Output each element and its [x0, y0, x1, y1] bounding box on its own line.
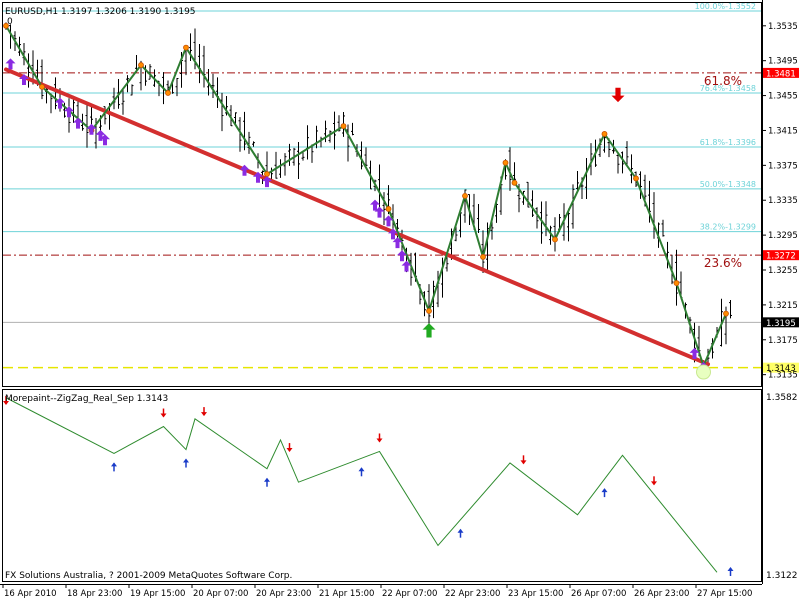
zigzag-pivot-marker [138, 62, 144, 68]
zigzag-pivot-marker [601, 131, 608, 137]
time-tick-label: 26 Apr 23:00 [634, 589, 689, 599]
zigzag-pivot-marker [462, 192, 468, 199]
sell-arrow-icon [611, 87, 625, 103]
time-tick-label: 20 Apr 23:00 [256, 589, 311, 599]
indicator-up-arrow-head [264, 477, 270, 482]
indicator-down-arrow-head [201, 412, 207, 417]
indicator-up-arrow-head [601, 488, 608, 493]
symbol-info: EURUSD,H1 1.3197 1.3206 1.3190 1.3195 [5, 7, 196, 17]
zigzag-pivot-marker [183, 44, 189, 51]
indicator-zigzag-path [5, 397, 718, 573]
indicator-up-arrow-head [183, 458, 189, 463]
time-tick-label: 18 Apr 23:00 [67, 589, 122, 599]
zigzag-pivot-marker [723, 310, 729, 317]
copyright-text: FX Solutions Australia, ? 2001-2009 Meta… [5, 571, 292, 581]
zero-label: 0 [7, 17, 13, 27]
time-tick-label: 19 Apr 15:00 [130, 589, 185, 599]
zigzag-path [5, 25, 727, 369]
price-tick-label: 1.3335 [768, 196, 798, 206]
price-tick-label: 1.3175 [768, 336, 798, 346]
fibo-label: 100.0%-1.3552 [695, 2, 756, 11]
fibo-label: 50.0%-1.3348 [700, 180, 756, 189]
time-tick-label: 22 Apr 23:00 [445, 589, 500, 599]
zigzag-pivot-marker [39, 83, 45, 90]
indicator-panel [3, 396, 734, 576]
time-tick-label: 21 Apr 15:00 [319, 589, 374, 599]
chart-window[interactable]: 100.0%-1.355276.4%-1.345861.8%-1.339650.… [0, 0, 800, 600]
level-annotation: 23.6% [704, 256, 742, 270]
time-tick-label: 26 Apr 07:00 [571, 589, 626, 599]
current-price-text: 1.3195 [766, 319, 796, 329]
fibo-label: 61.8%-1.3396 [700, 138, 756, 147]
zigzag-pivot-marker [165, 90, 171, 96]
price-tick-label: 1.3295 [768, 231, 798, 241]
zigzag-pivot-marker [502, 159, 509, 166]
time-axis: 16 Apr 2010 18 Apr 23:00 19 Apr 15:00 20 Ap… [2, 584, 752, 599]
indicator-up-arrow-head [111, 462, 117, 467]
indicator-down-arrow-head [160, 413, 167, 418]
indicator-up-arrow-head [727, 567, 734, 571]
indicator-scale-top: 1.3582 [766, 393, 798, 403]
indicator-down-arrow-head [286, 448, 293, 453]
big-buy-arrow-icon [422, 323, 436, 338]
price-tick-label: 1.3535 [768, 22, 798, 32]
price-tick-label: 1.3495 [768, 57, 798, 67]
trendline[interactable] [4, 67, 710, 367]
price-bars [4, 22, 732, 375]
time-tick-label: 22 Apr 07:00 [382, 589, 437, 599]
indicator-scale-bottom: 1.3122 [766, 571, 798, 581]
target-marker [696, 364, 711, 380]
horizontal-levels: 61.8% 1.348123.6% 1.32721.31951.3143 [3, 67, 799, 374]
time-tick-label: 27 Apr 15:00 [697, 589, 752, 599]
indicator-up-arrow-head [457, 528, 464, 533]
trendline-line [4, 67, 710, 367]
zigzag-pivot-marker [480, 254, 486, 260]
zigzag-pivot-marker [673, 280, 680, 286]
indicator-up-arrow-head [358, 467, 365, 472]
zigzag-pivot-marker [340, 123, 347, 130]
zigzag-pivot-marker [552, 236, 558, 243]
indicator-down-arrow-head [520, 460, 527, 465]
price-tick-label: 1.3255 [768, 266, 798, 276]
zigzag-line [3, 22, 729, 369]
zigzag-pivot-marker [633, 175, 639, 182]
indicator-title: Morepaint--ZigZag_Real_Sep 1.3143 [5, 394, 168, 404]
indicator-down-arrow-head [651, 481, 657, 486]
zigzag-pivot-marker [511, 179, 518, 186]
zigzag-pivot-marker [385, 206, 392, 212]
level-price-text: 1.3481 [766, 69, 796, 79]
main-chart-frame [2, 2, 762, 387]
buy-arrow-icon [73, 117, 83, 129]
time-tick-label: 16 Apr 2010 [4, 589, 57, 599]
zigzag-pivot-marker [264, 171, 270, 177]
level-price-text: 1.3272 [766, 252, 796, 262]
time-tick-label: 20 Apr 07:00 [193, 589, 248, 599]
price-tick-label: 1.3215 [768, 301, 798, 311]
fibo-label: 38.2%-1.3299 [700, 223, 756, 232]
zigzag-pivot-marker [426, 308, 432, 314]
time-tick-label: 23 Apr 15:00 [508, 589, 563, 599]
level-annotation: 61.8% [704, 74, 742, 88]
price-tick-label: 1.3455 [768, 92, 798, 102]
indicator-frame [2, 389, 762, 582]
indicator-down-arrow-head [376, 438, 383, 443]
price-tick-label: 1.3415 [768, 126, 798, 136]
price-tick-label: 1.3375 [768, 161, 798, 171]
price-tick-label: 1.3135 [768, 371, 798, 381]
